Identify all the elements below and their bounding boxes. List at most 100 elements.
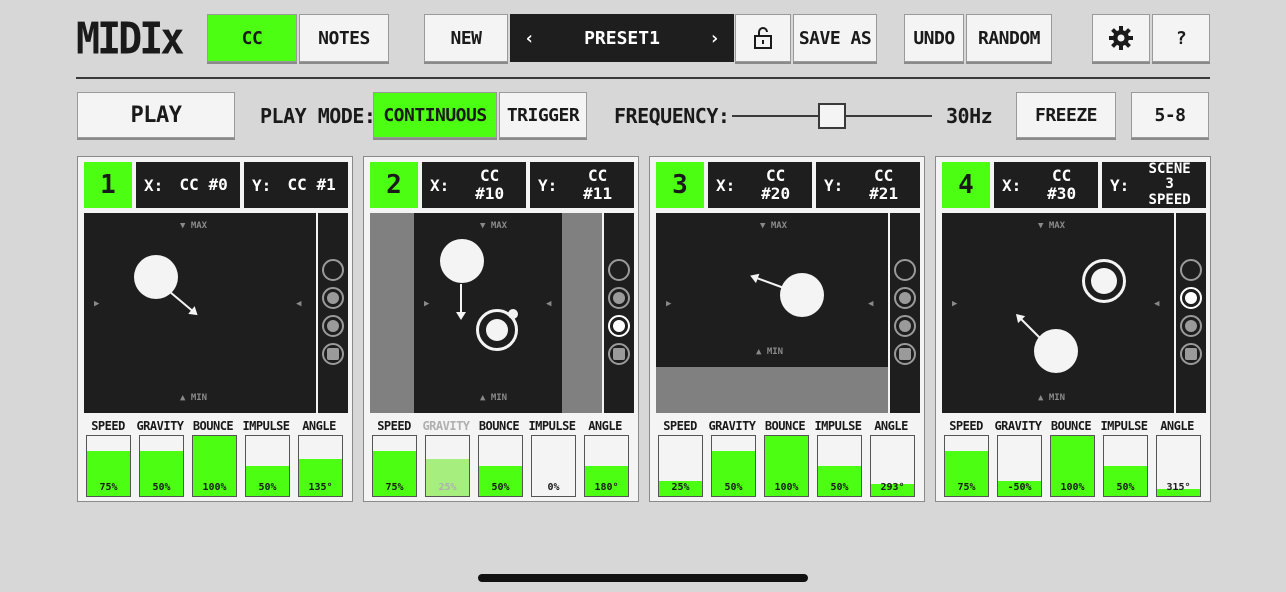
ball[interactable]	[440, 239, 484, 283]
angle-knob[interactable]: 135°	[298, 435, 343, 497]
save-as-button[interactable]: SAVE AS	[793, 14, 877, 62]
pad-left-arrow: ▶	[952, 299, 958, 309]
speed-knob[interactable]: 25%	[658, 435, 703, 497]
ball-mode-bar	[318, 213, 348, 413]
bounce-knob[interactable]: 50%	[478, 435, 523, 497]
pad-min-label: ▲ MIN	[1038, 393, 1066, 403]
y-assignment[interactable]: Y: SCENE 3 SPEED	[1102, 161, 1206, 208]
y-assignment[interactable]: Y: CC #11	[530, 162, 634, 208]
pad-max-label: ▼ MAX	[180, 221, 208, 231]
xy-pad[interactable]: ▼ MAX ▲ MIN ▶ ◀	[942, 213, 1174, 413]
gravity-knob[interactable]: -50%	[997, 435, 1042, 497]
cc-mode-button[interactable]: CC	[207, 14, 297, 62]
scene-range-button[interactable]: 5-8	[1131, 92, 1209, 138]
mode-ball[interactable]	[894, 287, 916, 309]
speed-knob[interactable]: 75%	[372, 435, 417, 497]
trigger-mode-button[interactable]: TRIGGER	[499, 92, 587, 138]
pad-max-label: ▼ MAX	[480, 221, 508, 231]
scene-number[interactable]: 1	[84, 162, 132, 208]
ball-mode-bar	[890, 213, 920, 413]
scene-number[interactable]: 4	[942, 162, 990, 208]
angle-knob[interactable]: 293°	[870, 435, 915, 497]
pad-min-label: ▲ MIN	[756, 347, 784, 357]
ball[interactable]	[780, 273, 824, 317]
mode-burst[interactable]	[608, 343, 630, 365]
gravity-knob[interactable]: 50%	[711, 435, 756, 497]
scene-number[interactable]: 3	[656, 162, 704, 208]
preset-name: PRESET1	[584, 27, 660, 49]
bounce-knob[interactable]: 100%	[192, 435, 237, 497]
mode-ring[interactable]	[1180, 259, 1202, 281]
app-logo: MIDIx	[76, 13, 184, 65]
velocity-arrow	[751, 275, 785, 289]
mode-ring[interactable]	[608, 259, 630, 281]
settings-button[interactable]	[1092, 14, 1150, 62]
scene-number[interactable]: 2	[370, 162, 418, 208]
mode-ball[interactable]	[1180, 287, 1202, 309]
scene-panel-2: 2 X: CC #10 Y: CC #11 ▼ MAX ▲ MIN ▶ ◀ SPEE…	[363, 156, 639, 502]
undo-button[interactable]: UNDO	[904, 14, 964, 62]
orbit-satellite	[508, 309, 518, 319]
preset-next-button[interactable]: ›	[709, 28, 720, 49]
help-button[interactable]: ?	[1152, 14, 1210, 62]
mode-orbit[interactable]	[894, 315, 916, 337]
header-divider	[76, 77, 1210, 79]
gravity-knob[interactable]: 50%	[139, 435, 184, 497]
mode-ring[interactable]	[322, 259, 344, 281]
impulse-knob[interactable]: 50%	[1103, 435, 1148, 497]
knob-label-bounce: BOUNCE	[1050, 419, 1092, 433]
pad-max-label: ▼ MAX	[1038, 221, 1066, 231]
x-assignment[interactable]: X: CC #20	[708, 162, 812, 208]
xy-pad[interactable]: ▼ MAX ▲ MIN ▶ ◀	[84, 213, 316, 413]
ball-mode-bar	[1176, 213, 1206, 413]
mode-burst[interactable]	[322, 343, 344, 365]
new-preset-button[interactable]: NEW	[424, 14, 508, 62]
angle-knob[interactable]: 315°	[1156, 435, 1201, 497]
impulse-knob[interactable]: 50%	[245, 435, 290, 497]
knob-label-speed: SPEED	[91, 419, 125, 433]
mode-orbit[interactable]	[322, 315, 344, 337]
mode-orbit[interactable]	[608, 315, 630, 337]
frequency-slider-thumb[interactable]	[818, 103, 846, 129]
bounce-knob[interactable]: 100%	[1050, 435, 1095, 497]
unlock-icon	[754, 27, 772, 49]
knob-label-impulse: IMPULSE	[814, 419, 862, 433]
x-assignment[interactable]: X: CC #10	[422, 162, 526, 208]
knob-label-speed: SPEED	[377, 419, 411, 433]
x-assignment[interactable]: X: CC #30	[994, 162, 1098, 208]
xy-pad[interactable]: ▼ MAX ▲ MIN ▶ ◀	[370, 213, 602, 413]
continuous-mode-button[interactable]: CONTINUOUS	[373, 92, 497, 138]
home-indicator[interactable]	[478, 574, 808, 582]
xy-pad[interactable]: ▼ MAX ▲ MIN ▶ ◀	[656, 213, 888, 413]
impulse-knob[interactable]: 0%	[531, 435, 576, 497]
preset-prev-button[interactable]: ‹	[524, 28, 535, 49]
y-assignment[interactable]: Y: CC #1	[244, 162, 348, 208]
pad-left-arrow: ▶	[666, 299, 672, 309]
wall-right	[562, 213, 602, 413]
x-assignment[interactable]: X: CC #0	[136, 162, 240, 208]
mode-ball[interactable]	[322, 287, 344, 309]
y-assignment[interactable]: Y: CC #21	[816, 162, 920, 208]
lock-button[interactable]	[735, 14, 791, 62]
mode-burst[interactable]	[894, 343, 916, 365]
mode-ring[interactable]	[894, 259, 916, 281]
mode-burst[interactable]	[1180, 343, 1202, 365]
pad-left-arrow: ▶	[94, 299, 100, 309]
knob-label-angle: ANGLE	[588, 419, 622, 433]
mode-ball[interactable]	[608, 287, 630, 309]
angle-knob[interactable]: 180°	[584, 435, 629, 497]
orbit-center	[486, 319, 508, 341]
scene-panel-3: 3 X: CC #20 Y: CC #21 ▼ MAX ▲ MIN ▶ ◀ SPEE…	[649, 156, 925, 502]
mode-orbit[interactable]	[1180, 315, 1202, 337]
speed-knob[interactable]: 75%	[944, 435, 989, 497]
random-button[interactable]: RANDOM	[966, 14, 1052, 62]
gravity-knob[interactable]: 25%	[425, 435, 470, 497]
notes-mode-button[interactable]: NOTES	[299, 14, 389, 62]
knob-label-speed: SPEED	[663, 419, 697, 433]
speed-knob[interactable]: 75%	[86, 435, 131, 497]
bounce-knob[interactable]: 100%	[764, 435, 809, 497]
ball[interactable]	[1034, 329, 1078, 373]
freeze-button[interactable]: FREEZE	[1016, 92, 1116, 138]
play-button[interactable]: PLAY	[77, 92, 235, 138]
impulse-knob[interactable]: 50%	[817, 435, 862, 497]
